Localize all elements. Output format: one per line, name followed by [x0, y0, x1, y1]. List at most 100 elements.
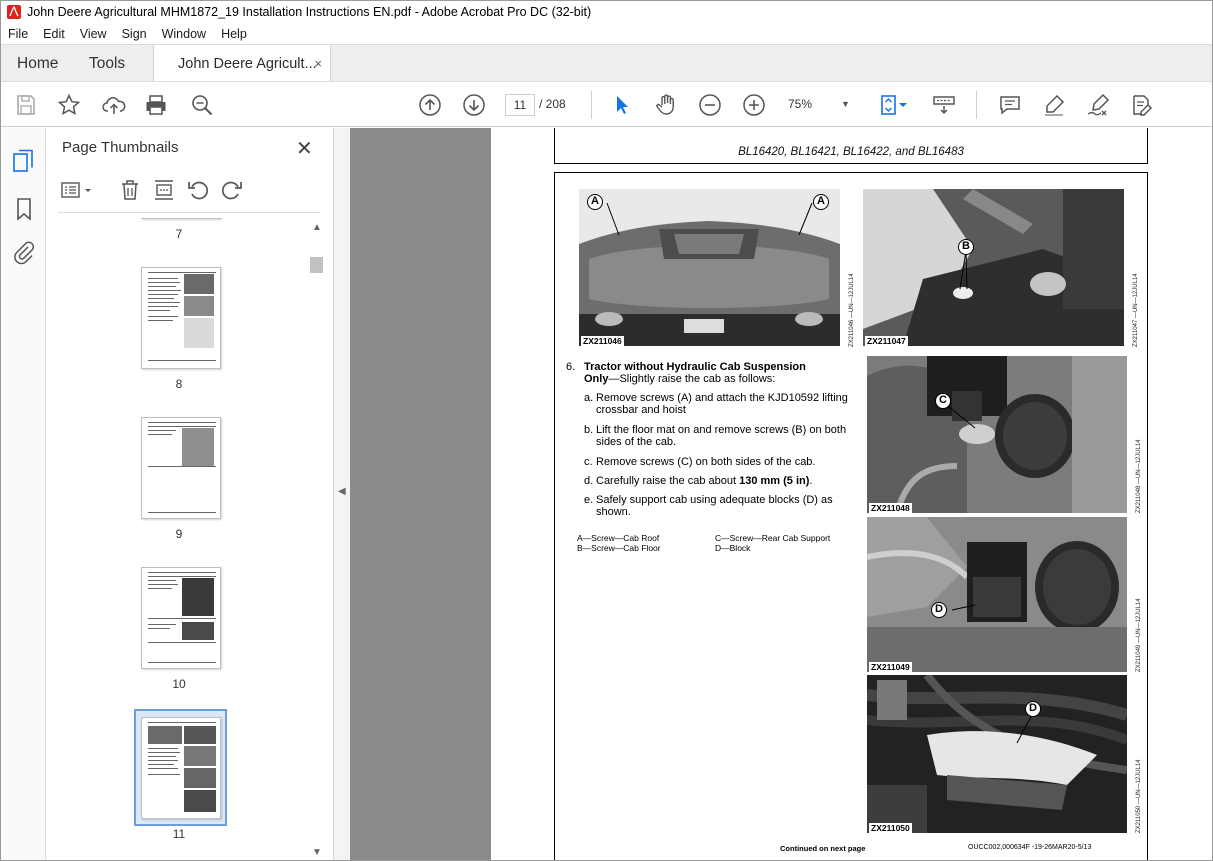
delete-page-icon[interactable] — [118, 178, 142, 202]
hand-tool-icon[interactable] — [653, 92, 679, 118]
step-6-intro: Only—Slightly raise the cab as follows: — [584, 373, 775, 386]
scroll-thumb[interactable] — [310, 257, 323, 273]
panel-divider — [58, 212, 320, 213]
substep-text: shown. — [596, 506, 631, 518]
title-bar: John Deere Agricultural MHM1872_19 Insta… — [1, 1, 1212, 23]
zoom-in-icon[interactable] — [741, 92, 767, 118]
scroll-up-icon[interactable]: ▲ — [312, 222, 322, 233]
select-cursor-icon[interactable] — [609, 92, 635, 118]
tab-tools[interactable]: Tools — [89, 45, 125, 82]
panel-collapse-handle[interactable]: ◀ — [333, 128, 350, 860]
search-zoom-icon[interactable] — [189, 92, 215, 118]
photo-cab-floor: B ZX211047 — [863, 189, 1124, 346]
substep-label: e. — [584, 494, 594, 506]
thumbnail-page[interactable] — [141, 717, 221, 819]
acrobat-icon — [7, 5, 21, 19]
collapse-arrow-icon[interactable]: ◀ — [338, 486, 346, 497]
insert-page-icon[interactable] — [152, 178, 176, 202]
page-fit-dropdown-icon[interactable] — [897, 92, 909, 118]
substep-label: b. — [584, 424, 594, 436]
rotate-counterclockwise-icon[interactable] — [186, 178, 210, 202]
substep-text: crossbar and hoist — [596, 404, 686, 416]
panel-close-icon[interactable]: ✕ — [296, 136, 313, 161]
menu-edit[interactable]: Edit — [43, 27, 65, 41]
step-6-title-cont: Only — [584, 373, 609, 385]
tab-bar: Home Tools John Deere Agricult... × — [1, 44, 1212, 82]
photo-side-caption: ZX211047 —UN—12JUL14 — [1133, 273, 1139, 347]
zoom-dropdown-icon[interactable]: ▼ — [841, 99, 850, 109]
tab-document[interactable]: John Deere Agricult... × — [153, 45, 331, 82]
menu-bar: File Edit View Sign Window Help — [1, 23, 1212, 44]
thumbnail-page[interactable] — [141, 218, 221, 219]
thumbnail-page[interactable] — [141, 417, 221, 519]
page-header: BL16420, BL16421, BL16422, and BL16483 — [738, 146, 964, 158]
document-code: OUCC002,000634F -19-26MAR20-5/13 — [968, 844, 1092, 851]
thumbnail-scrollbar[interactable]: ▲ ▼ — [308, 220, 325, 860]
thumbnail-label: 7 — [175, 227, 183, 241]
thumbnail-label: 10 — [172, 677, 186, 691]
sign-pen-icon[interactable] — [1085, 92, 1111, 118]
thumbnail-page[interactable] — [141, 567, 221, 669]
save-icon[interactable] — [13, 92, 39, 118]
substep-text-part: Carefully raise the cab about — [596, 475, 740, 487]
tab-home[interactable]: Home — [17, 45, 58, 82]
thumbnail-options-icon[interactable] — [60, 178, 94, 202]
callout-c: C — [935, 393, 951, 409]
photo-caption: ZX211048 — [869, 503, 912, 513]
tab-close-icon[interactable]: × — [314, 56, 322, 71]
menu-sign[interactable]: Sign — [122, 27, 147, 41]
print-icon[interactable] — [143, 92, 169, 118]
thumbnail-label: 8 — [175, 377, 183, 391]
document-viewport[interactable]: BL16420, BL16421, BL16422, and BL16483 A… — [350, 128, 1212, 860]
attachments-icon[interactable] — [11, 240, 37, 266]
pdf-page: BL16420, BL16421, BL16422, and BL16483 A… — [491, 128, 1212, 860]
callout-a-left: A — [587, 194, 603, 210]
substep-text-part: . — [809, 475, 813, 487]
content-box: A A ZX211046 ZX211046 —UN—12JUL14 B ZX21… — [554, 172, 1148, 860]
toolbar-divider — [976, 91, 977, 119]
thumbnail-page[interactable] — [141, 267, 221, 369]
substep-text: Remove screws (C) on both sides of the c… — [596, 456, 816, 468]
callout-a-right: A — [813, 194, 829, 210]
comment-icon[interactable] — [997, 92, 1023, 118]
highlight-pen-icon[interactable] — [1041, 92, 1067, 118]
next-page-icon[interactable] — [461, 92, 487, 118]
zoom-level[interactable]: 75% — [788, 97, 812, 111]
substep-label: c. — [584, 456, 593, 468]
page-thumbnails-panel: Page Thumbnails ✕ 7 8 9 10 11 — [46, 128, 332, 860]
acrobat-window: John Deere Agricultural MHM1872_19 Insta… — [0, 0, 1213, 861]
menu-file[interactable]: File — [8, 27, 28, 41]
thumbnail-label: 11 — [172, 827, 186, 841]
page-number-input[interactable]: 11 — [505, 94, 535, 116]
step-6-intro-text: —Slightly raise the cab as follows: — [608, 373, 776, 385]
menu-window[interactable]: Window — [162, 27, 206, 41]
photo-side-caption: ZX211048 —UN—12JUL14 — [1136, 439, 1142, 513]
panel-toolbar — [60, 178, 320, 204]
scroll-down-icon[interactable]: ▼ — [312, 847, 322, 858]
substep-text: sides of the cab. — [596, 436, 677, 448]
photo-side-caption: ZX211050 —UN—12JUL14 — [1136, 759, 1142, 833]
substep-text: Remove screws (A) and attach the KJD1059… — [596, 392, 848, 404]
upload-cloud-icon[interactable] — [101, 92, 127, 118]
photo-caption: ZX211047 — [865, 336, 908, 346]
thumbnail-label: 9 — [175, 527, 183, 541]
photo-caption: ZX211049 — [869, 662, 912, 672]
edit-pdf-icon[interactable] — [1128, 92, 1154, 118]
substep-label: a. — [584, 392, 594, 404]
photo-side-caption: ZX211049 —UN—12JUL14 — [1136, 598, 1142, 672]
bookmarks-icon[interactable] — [11, 196, 37, 222]
menu-help[interactable]: Help — [221, 27, 247, 41]
page-thumbnails-icon[interactable] — [11, 148, 37, 174]
photo-block: D ZX211049 — [867, 517, 1127, 672]
toolbar: 11 / 208 75% ▼ — [1, 81, 1212, 127]
photo-block-hoses: D ZX211050 — [867, 675, 1127, 833]
tab-document-label: John Deere Agricult... — [178, 55, 317, 72]
callout-b: B — [958, 239, 974, 255]
menu-view[interactable]: View — [80, 27, 107, 41]
keyboard-scroll-icon[interactable] — [931, 92, 957, 118]
bookmark-star-icon[interactable] — [56, 92, 82, 118]
rotate-clockwise-icon[interactable] — [220, 178, 244, 202]
previous-page-icon[interactable] — [417, 92, 443, 118]
zoom-out-icon[interactable] — [697, 92, 723, 118]
substep-text: Lift the floor mat on and remove screws … — [596, 424, 847, 436]
